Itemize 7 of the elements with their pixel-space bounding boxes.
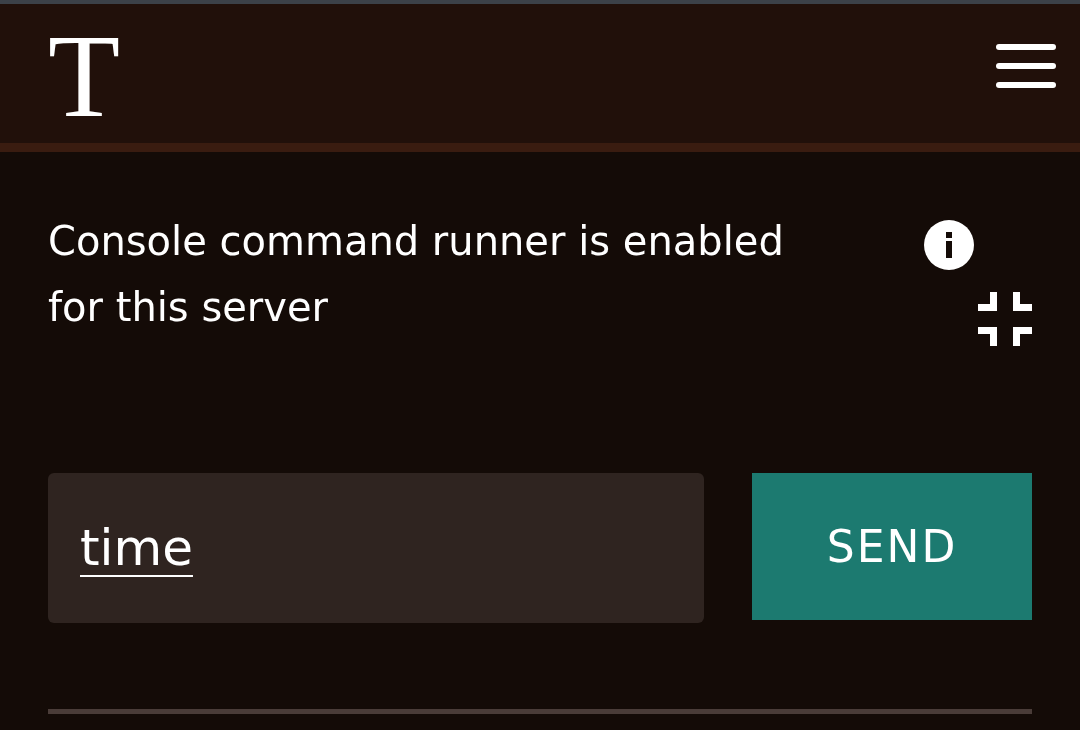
logo[interactable]: T <box>48 17 121 136</box>
menu-button[interactable] <box>996 43 1056 88</box>
command-field[interactable]: time <box>48 473 704 623</box>
send-button[interactable]: SEND <box>752 473 1032 620</box>
info-icon[interactable] <box>924 220 974 270</box>
notice-text: Console command runner is enabled for this server <box>48 217 785 332</box>
collapse-icon[interactable] <box>978 292 1032 346</box>
